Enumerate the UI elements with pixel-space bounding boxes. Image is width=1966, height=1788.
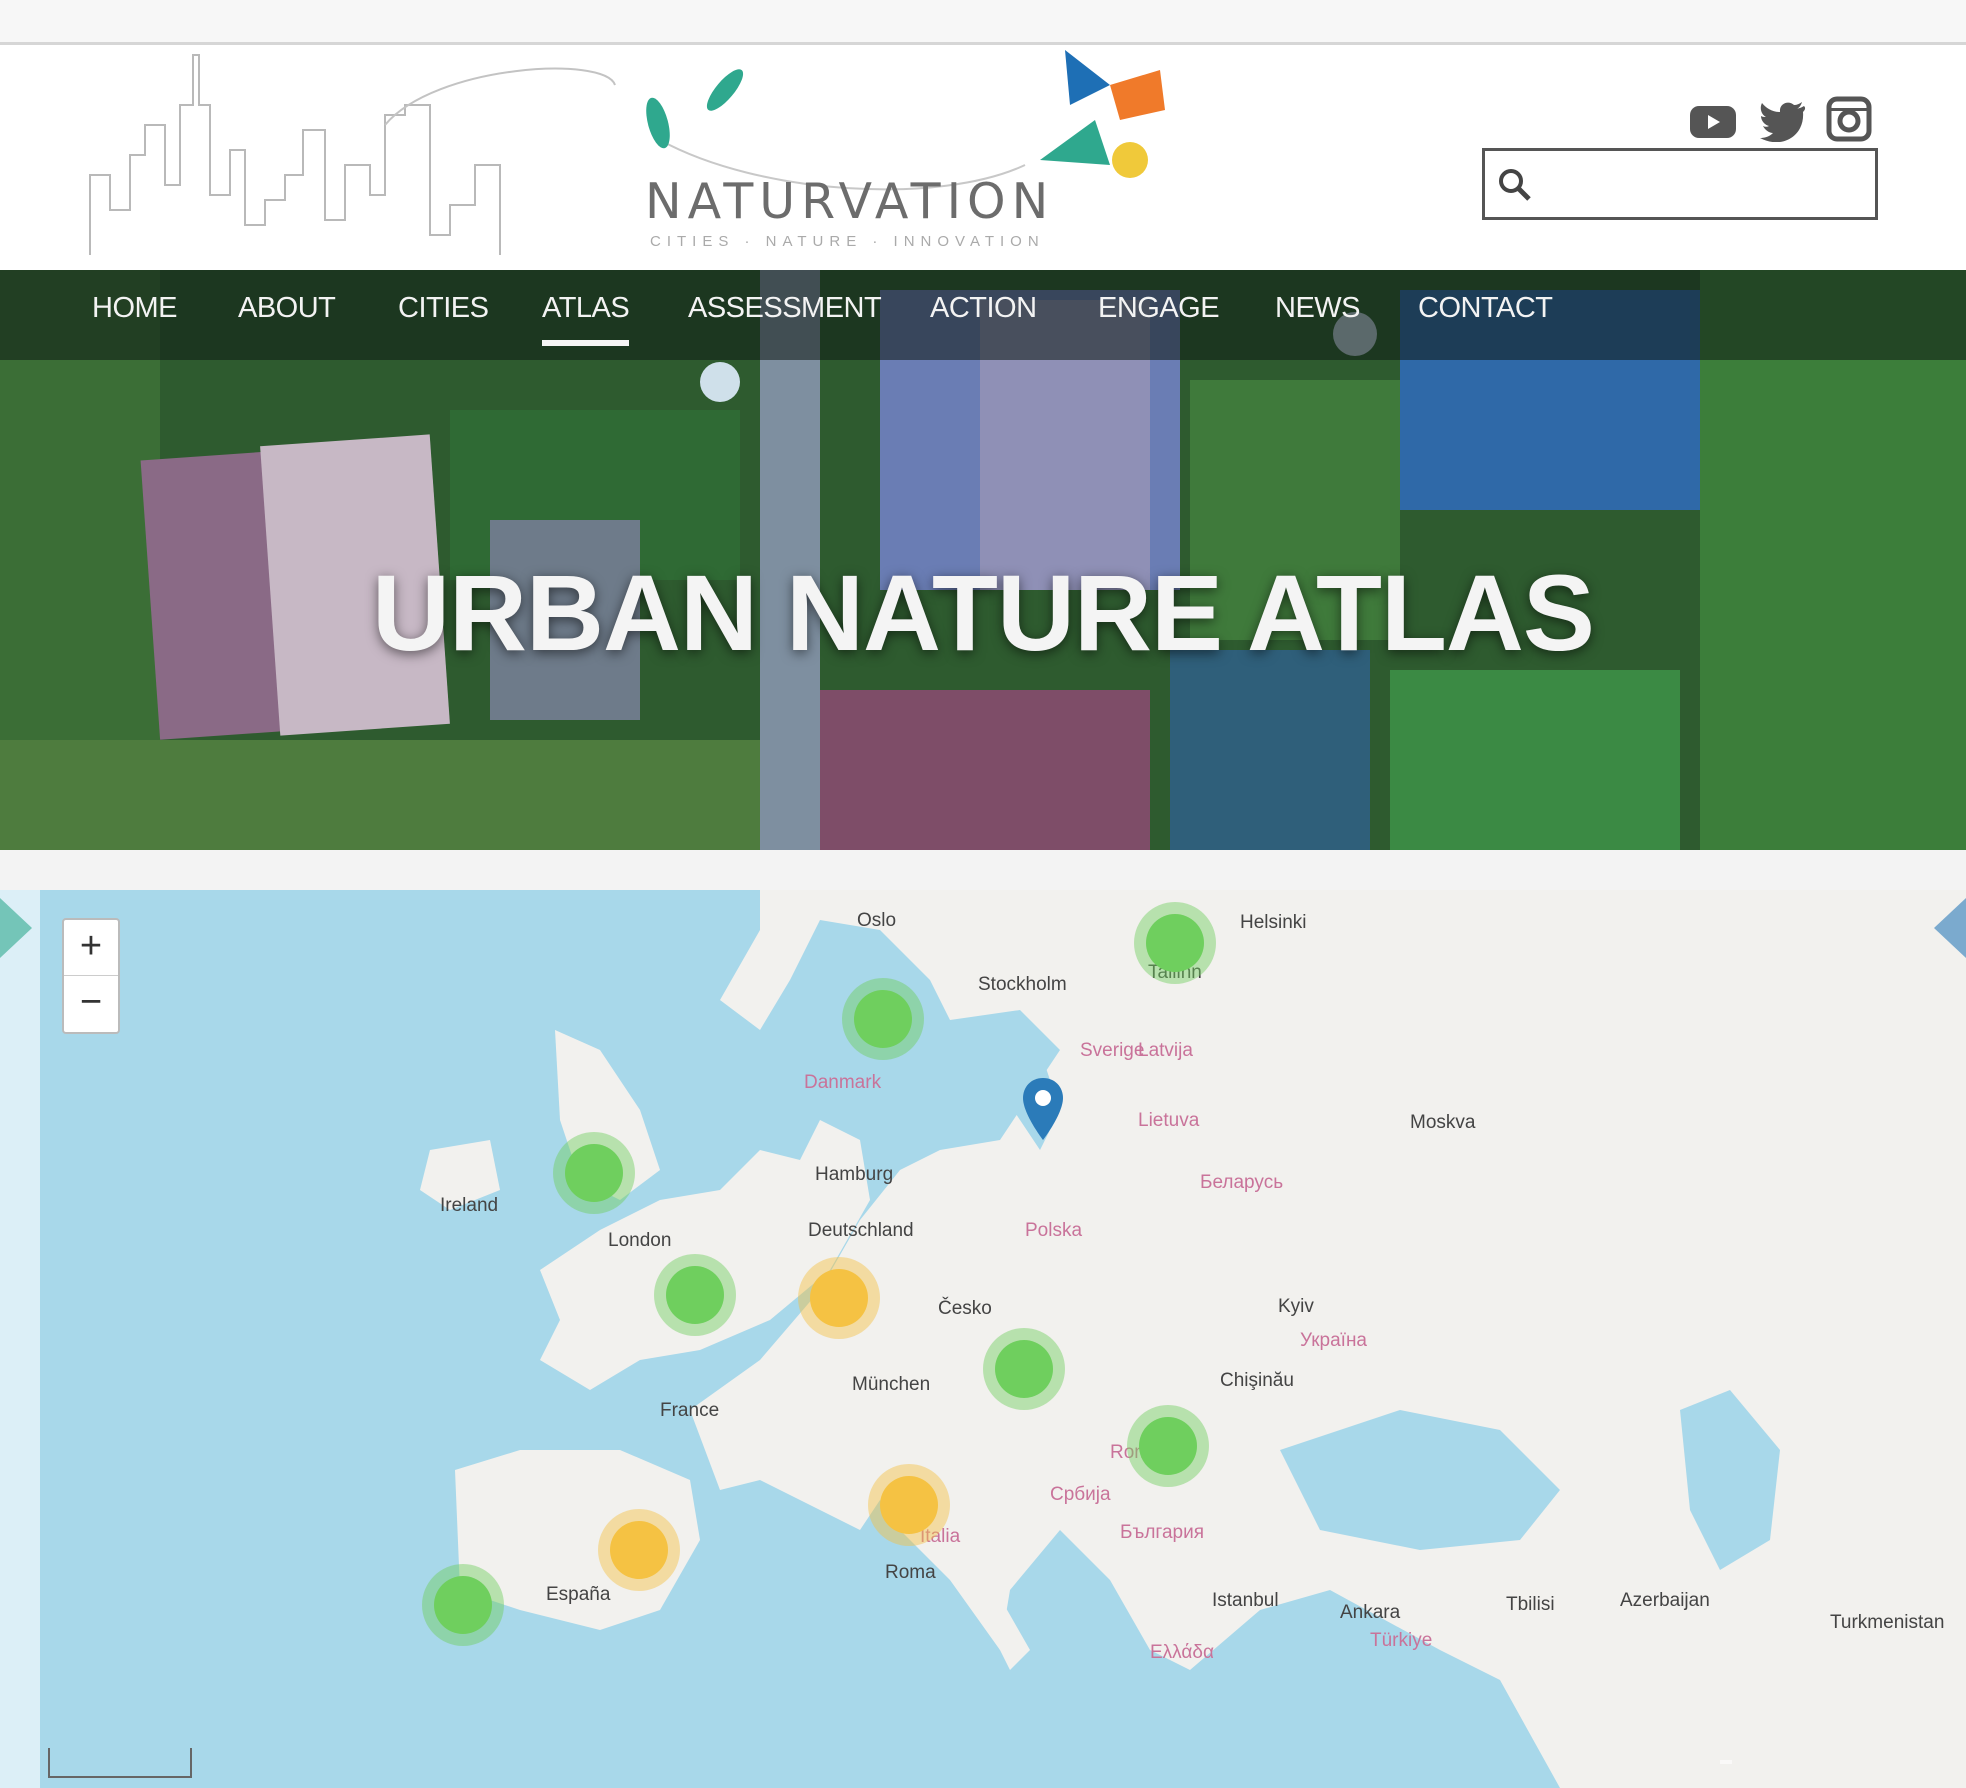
nav-action[interactable]: ACTION	[930, 292, 1037, 325]
map-label: Roma	[885, 1562, 936, 1583]
map-label: Türkiye	[1370, 1630, 1433, 1651]
map-label: Deutschland	[808, 1220, 914, 1241]
map-cluster[interactable]	[854, 990, 912, 1048]
map-cluster[interactable]	[1139, 1417, 1197, 1475]
nav-about[interactable]: ABOUT	[238, 292, 336, 325]
map-country-label: Sverige	[1080, 1040, 1145, 1061]
map-label: Azerbaijan	[1620, 1590, 1710, 1611]
nav-engage[interactable]: ENGAGE	[1098, 292, 1220, 325]
map-label: Tbilisi	[1506, 1594, 1555, 1615]
hero-title: URBAN NATURE ATLAS	[372, 552, 1595, 673]
map-label: España	[546, 1584, 611, 1605]
map-label: Oslo	[857, 910, 897, 931]
map-label: Україна	[1300, 1330, 1368, 1351]
map-label: Helsinki	[1240, 912, 1307, 933]
search-input[interactable]	[1545, 159, 1869, 211]
search-box[interactable]	[1482, 148, 1878, 220]
location-pin-icon[interactable]	[1020, 1076, 1066, 1142]
map-country-label: Danmark	[804, 1072, 882, 1093]
nav-cities[interactable]: CITIES	[398, 292, 489, 325]
map-label: Chişinău	[1220, 1370, 1294, 1391]
map-label: Moskva	[1410, 1112, 1476, 1133]
map-country-label: Ελλάδα	[1150, 1642, 1214, 1663]
carousel-prev-icon[interactable]	[0, 898, 32, 958]
map-label: Istanbul	[1212, 1590, 1279, 1611]
site-header: NATURVATION CITIES · NATURE · INNOVATION	[0, 45, 1966, 270]
map-cluster[interactable]	[995, 1340, 1053, 1398]
browser-top-strip	[0, 0, 1966, 45]
brand-tagline: CITIES · NATURE · INNOVATION	[650, 233, 1045, 250]
map-cluster[interactable]	[810, 1269, 868, 1327]
map-country-label: Italia	[920, 1526, 961, 1547]
nav-contact[interactable]: CONTACT	[1418, 292, 1553, 325]
map-label: Ireland	[440, 1195, 499, 1216]
map-cluster[interactable]	[666, 1266, 724, 1324]
map-country-label: Беларусь	[1200, 1172, 1284, 1193]
map-attribution[interactable]	[1720, 1760, 1732, 1764]
nav-atlas[interactable]: ATLAS	[542, 292, 630, 346]
map-country-label: България	[1120, 1522, 1204, 1543]
map-base-layer[interactable]	[0, 890, 1966, 1788]
search-icon	[1499, 169, 1531, 201]
map-country-label: Latvija	[1138, 1040, 1193, 1061]
map-cluster[interactable]	[565, 1144, 623, 1202]
map-label: Hamburg	[815, 1164, 894, 1185]
atlas-map[interactable]: Oslo Stockholm Tallinn Helsinki Moskva I…	[0, 890, 1966, 1788]
hero-banner: HOME ABOUT CITIES ATLAS ASSESSMENT ACTIO…	[0, 270, 1966, 850]
map-cluster[interactable]	[434, 1576, 492, 1634]
map-label: London	[608, 1230, 672, 1251]
map-cluster[interactable]	[610, 1521, 668, 1579]
map-label: France	[660, 1400, 720, 1421]
map-scale-bar	[48, 1748, 192, 1778]
zoom-in-button[interactable]: +	[64, 920, 118, 975]
map-label: Turkmenistan	[1830, 1612, 1945, 1633]
skyline-illustration	[89, 54, 616, 255]
brand-name[interactable]: NATURVATION	[645, 173, 1054, 230]
map-country-label: Србија	[1050, 1484, 1111, 1505]
map-label: Česko	[938, 1298, 992, 1319]
carousel-next-icon[interactable]	[1934, 898, 1966, 958]
social-links	[1680, 90, 1880, 150]
map-label: München	[852, 1374, 931, 1395]
map-label: Ankara	[1340, 1602, 1401, 1623]
map-cluster[interactable]	[880, 1476, 938, 1534]
youtube-icon[interactable]	[1688, 104, 1738, 145]
nav-home[interactable]: HOME	[92, 292, 178, 325]
map-cluster[interactable]	[1146, 914, 1204, 972]
map-country-label: Lietuva	[1138, 1110, 1200, 1131]
map-label: Kyiv	[1278, 1296, 1314, 1317]
twitter-icon[interactable]	[1760, 100, 1806, 147]
instagram-icon[interactable]	[1826, 96, 1872, 147]
main-navigation: HOME ABOUT CITIES ATLAS ASSESSMENT ACTIO…	[0, 270, 1966, 360]
zoom-out-button[interactable]: −	[64, 975, 118, 1031]
map-label: Polska	[1025, 1220, 1083, 1241]
nav-assessment[interactable]: ASSESSMENT	[688, 292, 882, 325]
map-label: Stockholm	[978, 974, 1067, 995]
section-divider	[0, 850, 1966, 890]
nav-news[interactable]: NEWS	[1275, 292, 1361, 325]
map-zoom-control: + −	[62, 918, 120, 1034]
